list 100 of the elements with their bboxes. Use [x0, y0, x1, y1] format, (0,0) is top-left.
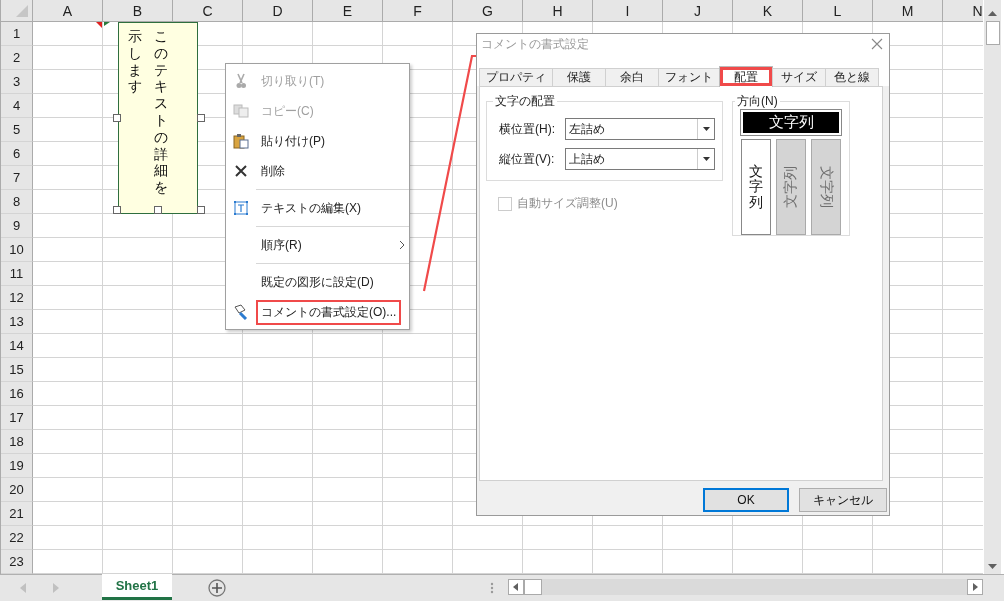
grid-cell[interactable] [173, 502, 243, 526]
orientation-option[interactable]: 文字列 [741, 110, 841, 135]
resize-handle[interactable] [197, 114, 205, 122]
column-header[interactable]: A [33, 0, 103, 22]
menu-item[interactable]: 順序(R) [226, 230, 409, 260]
grid-cell[interactable] [243, 382, 313, 406]
grid-cell[interactable] [33, 94, 103, 118]
dialog-tab[interactable]: 色と線 [825, 68, 879, 86]
vertical-scrollbar[interactable] [984, 0, 1001, 574]
column-header[interactable]: B [103, 0, 173, 22]
row-header[interactable]: 21 [1, 502, 33, 526]
grid-cell[interactable] [383, 382, 453, 406]
grid-cell[interactable] [383, 22, 453, 46]
grid-cell[interactable] [663, 526, 733, 550]
dialog-tab[interactable]: 余白 [605, 68, 659, 86]
row-header[interactable]: 4 [1, 94, 33, 118]
resize-handle[interactable] [197, 206, 205, 214]
row-header[interactable]: 20 [1, 478, 33, 502]
column-header[interactable]: J [663, 0, 733, 22]
grid-cell[interactable] [313, 502, 383, 526]
row-header[interactable]: 19 [1, 454, 33, 478]
menu-item[interactable]: テキストの編集(X) [226, 193, 409, 223]
column-header[interactable]: G [453, 0, 523, 22]
grid-cell[interactable] [103, 430, 173, 454]
grid-cell[interactable] [313, 358, 383, 382]
grid-cell[interactable] [383, 502, 453, 526]
grid-cell[interactable] [33, 238, 103, 262]
row-header[interactable]: 5 [1, 118, 33, 142]
grid-cell[interactable] [243, 478, 313, 502]
grid-cell[interactable] [383, 334, 453, 358]
grid-cell[interactable] [173, 358, 243, 382]
resize-handle[interactable] [113, 114, 121, 122]
grid-cell[interactable] [173, 382, 243, 406]
grid-cell[interactable] [173, 526, 243, 550]
column-header[interactable]: I [593, 0, 663, 22]
grid-cell[interactable] [593, 526, 663, 550]
grid-cell[interactable] [173, 406, 243, 430]
grid-cell[interactable] [33, 478, 103, 502]
row-header[interactable]: 9 [1, 214, 33, 238]
grid-cell[interactable] [173, 478, 243, 502]
grid-cell[interactable] [243, 502, 313, 526]
column-header[interactable]: M [873, 0, 943, 22]
grid-cell[interactable] [243, 430, 313, 454]
grid-cell[interactable] [33, 262, 103, 286]
grid-cell[interactable] [33, 214, 103, 238]
column-header[interactable]: F [383, 0, 453, 22]
grid-cell[interactable] [33, 406, 103, 430]
grid-cell[interactable] [103, 334, 173, 358]
row-header[interactable]: 11 [1, 262, 33, 286]
dialog-button[interactable]: OK [703, 488, 789, 512]
grid-cell[interactable] [33, 286, 103, 310]
grid-cell[interactable] [103, 454, 173, 478]
grid-cell[interactable] [33, 430, 103, 454]
grid-cell[interactable] [383, 358, 453, 382]
grid-cell[interactable] [243, 406, 313, 430]
grid-cell[interactable] [313, 22, 383, 46]
grid-cell[interactable] [33, 118, 103, 142]
grid-cell[interactable] [523, 526, 593, 550]
horizontal-scrollbar[interactable] [508, 579, 983, 595]
grid-cell[interactable] [803, 526, 873, 550]
grid-cell[interactable] [383, 454, 453, 478]
previous-sheet-icon[interactable] [19, 583, 27, 593]
next-sheet-icon[interactable] [52, 583, 60, 593]
grid-cell[interactable] [33, 166, 103, 190]
add-sheet-icon[interactable] [208, 579, 226, 597]
grid-cell[interactable] [173, 334, 243, 358]
grid-cell[interactable] [103, 382, 173, 406]
dialog-tab[interactable]: サイズ [772, 68, 826, 86]
grid-cell[interactable] [103, 502, 173, 526]
grid-cell[interactable] [33, 526, 103, 550]
grid-cell[interactable] [103, 310, 173, 334]
grid-cell[interactable] [243, 454, 313, 478]
grid-cell[interactable] [383, 406, 453, 430]
column-header[interactable]: L [803, 0, 873, 22]
column-header[interactable]: E [313, 0, 383, 22]
comment-popup[interactable]: 示します このテキストの詳細を [118, 22, 198, 214]
resize-handle[interactable] [113, 206, 121, 214]
grid-cell[interactable] [33, 310, 103, 334]
grid-cell[interactable] [103, 358, 173, 382]
menu-item[interactable]: 貼り付け(P) [226, 126, 409, 156]
menu-item[interactable]: 削除 [226, 156, 409, 186]
grid-cell[interactable] [383, 526, 453, 550]
grid-cell[interactable] [453, 526, 523, 550]
grid-cell[interactable] [383, 478, 453, 502]
grid-cell[interactable] [243, 358, 313, 382]
dropdown-field[interactable]: 左詰め [565, 118, 715, 140]
grid-cell[interactable] [243, 22, 313, 46]
dialog-tab[interactable]: プロパティ [479, 68, 553, 86]
grid-cell[interactable] [103, 478, 173, 502]
scroll-right-icon[interactable] [967, 579, 983, 595]
row-header[interactable]: 16 [1, 382, 33, 406]
grid-cell[interactable] [313, 478, 383, 502]
grid-cell[interactable] [103, 286, 173, 310]
grid-cell[interactable] [33, 454, 103, 478]
grid-cell[interactable] [313, 430, 383, 454]
grid-cell[interactable] [103, 238, 173, 262]
grid-cell[interactable] [33, 358, 103, 382]
row-header[interactable]: 7 [1, 166, 33, 190]
grid-cell[interactable] [173, 454, 243, 478]
resize-handle[interactable] [154, 206, 162, 214]
